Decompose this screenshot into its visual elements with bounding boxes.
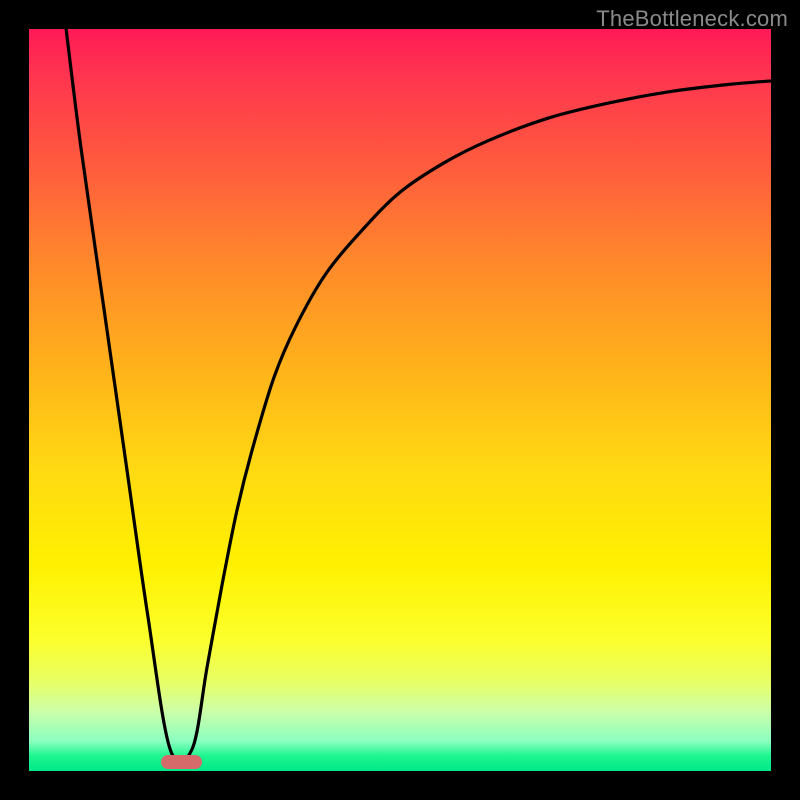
curve-layer xyxy=(29,29,771,771)
minimum-marker xyxy=(161,755,202,769)
bottleneck-curve xyxy=(66,29,771,762)
plot-area xyxy=(29,29,771,771)
chart-container: TheBottleneck.com xyxy=(0,0,800,800)
